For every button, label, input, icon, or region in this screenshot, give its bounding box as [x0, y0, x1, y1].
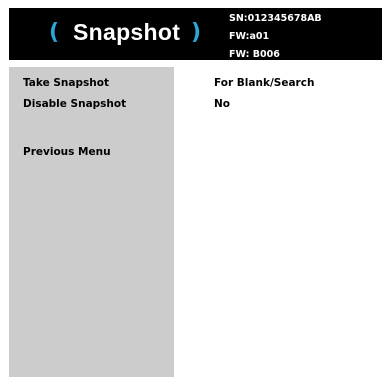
menu-sidebar: Take Snapshot Disable Snapshot Previous …: [9, 67, 174, 377]
serial-number: SN:012345678AB: [229, 13, 322, 24]
title-left-bracket: (: [49, 20, 60, 45]
menu-title: Snapshot: [73, 19, 181, 45]
menu-header: ( Snapshot ) SN:012345678AB FW:a01 FW: B…: [9, 8, 382, 60]
menu-item-previous-menu[interactable]: Previous Menu: [23, 146, 111, 158]
firmware-version-2: FW: B006: [229, 49, 280, 60]
menu-item-disable-snapshot[interactable]: Disable Snapshot: [23, 98, 126, 110]
firmware-version-1: FW:a01: [229, 31, 270, 42]
disable-snapshot-value[interactable]: No: [214, 98, 230, 110]
title-right-bracket: ): [191, 20, 202, 45]
menu-item-take-snapshot[interactable]: Take Snapshot: [23, 77, 109, 89]
take-snapshot-value[interactable]: For Blank/Search: [214, 77, 314, 89]
